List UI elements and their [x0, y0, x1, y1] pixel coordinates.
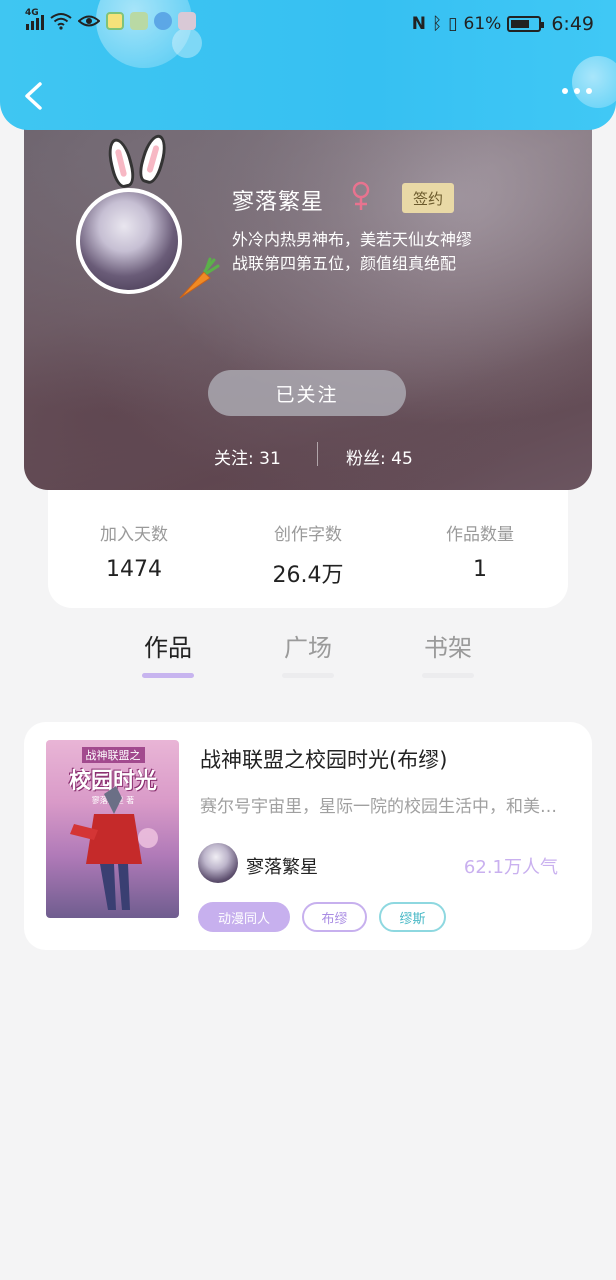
avatar-frame[interactable]: [76, 131, 220, 299]
tag[interactable]: 缪斯: [379, 902, 446, 932]
chevron-left-icon: [25, 82, 42, 110]
app-notification-icon: [154, 12, 172, 30]
tab-indicator: [142, 673, 194, 678]
tab-plaza[interactable]: 广场: [268, 628, 348, 678]
avatar[interactable]: [76, 188, 182, 294]
divider: [317, 442, 318, 466]
bunny-ear-decor: [135, 131, 171, 187]
decor-bubble: [572, 56, 616, 108]
battery-percent: 61%: [463, 14, 502, 34]
bunny-ear-decor: [104, 136, 138, 190]
female-icon: [352, 181, 370, 210]
battery-icon: [507, 16, 545, 32]
fans-count[interactable]: 粉丝: 45: [346, 444, 413, 469]
work-card[interactable]: 战神联盟之 校园时光 寥落繁星 著 战神联盟之校园时光(布缪) 赛尔号宇宙里，星…: [24, 722, 592, 950]
eye-icon: [78, 15, 100, 27]
app-notification-icon: [130, 12, 148, 30]
app-notification-icon: [106, 12, 124, 30]
bluetooth-icon: ᛒ: [431, 14, 443, 34]
stat-work-count: 作品数量 1: [446, 525, 514, 582]
follow-counts: 关注: 31 粉丝: 45: [24, 440, 592, 470]
stat-word-count: 创作字数 26.4万: [272, 525, 344, 588]
clock: 6:49: [551, 13, 594, 35]
tab-bookshelf[interactable]: 书架: [408, 628, 488, 678]
tab-indicator: [422, 673, 474, 678]
tag[interactable]: 布缪: [302, 902, 367, 932]
profile-bio: 外冷内热男神布，美若天仙女神缪 战联第四第五位，颜值组真绝配: [232, 228, 552, 276]
works-list: 战神联盟之 校园时光 寥落繁星 著 战神联盟之校园时光(布缪) 赛尔号宇宙里，星…: [0, 692, 616, 1280]
work-description: 赛尔号宇宙里，星际一院的校园生活中，和美好的青春一起: [200, 797, 572, 817]
cell-signal-icon: 4G: [25, 8, 44, 30]
popularity-count: 62.1万人气: [463, 857, 558, 878]
bio-line: 战联第四第五位，颜值组真绝配: [232, 254, 457, 273]
more-dots-icon: [562, 88, 568, 94]
tab-bar: 作品 广场 书架: [0, 620, 616, 692]
following-count[interactable]: 关注: 31: [214, 444, 281, 469]
tag[interactable]: 动漫同人: [198, 902, 290, 932]
status-bar: 4G N ᛒ ▯ 61% 6:49: [0, 0, 616, 48]
top-header: 4G N ᛒ ▯ 61% 6:49: [0, 0, 616, 130]
work-title[interactable]: 战神联盟之校园时光(布缪): [200, 744, 447, 774]
vibrate-icon: ▯: [448, 14, 458, 34]
back-button[interactable]: [18, 78, 50, 114]
profile-hero: 寥落繁星 签约 外冷内热男神布，美若天仙女神缪 战联第四第五位，颜值组真绝配 已…: [24, 100, 592, 490]
author-name[interactable]: 寥落繁星: [246, 853, 318, 879]
book-cover[interactable]: 战神联盟之 校园时光 寥落繁星 著: [46, 740, 179, 918]
more-button[interactable]: [562, 88, 592, 94]
stat-join-days: 加入天数 1474: [100, 525, 168, 582]
stats-card: 加入天数 1474 创作字数 26.4万 作品数量 1: [48, 490, 568, 608]
bio-line: 外冷内热男神布，美若天仙女神缪: [232, 230, 473, 249]
signed-badge: 签约: [402, 183, 454, 213]
wifi-icon: [50, 13, 72, 30]
follow-button[interactable]: 已关注: [208, 370, 406, 416]
nfc-icon: N: [411, 14, 426, 34]
tab-indicator: [282, 673, 334, 678]
author-avatar[interactable]: [198, 843, 238, 883]
cover-illustration: [70, 786, 158, 910]
tab-works[interactable]: 作品: [128, 628, 208, 678]
carrot-icon: [179, 257, 220, 299]
nickname: 寥落繁星: [232, 190, 325, 215]
app-notification-icon: [178, 12, 196, 30]
